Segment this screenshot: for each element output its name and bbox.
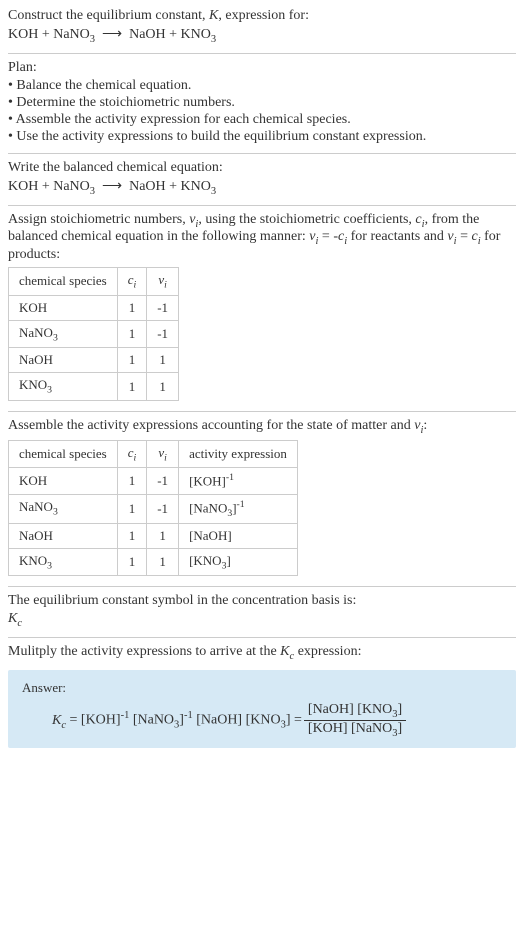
activity-table: chemical species ci νi activity expressi…: [8, 440, 298, 576]
balanced-heading: Write the balanced chemical equation:: [8, 160, 516, 176]
divider: [8, 205, 516, 206]
table-cell: KNO3: [9, 548, 118, 576]
table-cell: 1: [117, 295, 147, 320]
plan-item: • Determine the stoichiometric numbers.: [8, 95, 516, 111]
table-cell: NaOH: [9, 348, 118, 373]
plan-item: • Use the activity expressions to build …: [8, 129, 516, 145]
assemble-text: Assemble the activity expressions accoun…: [8, 418, 516, 436]
title-section: Construct the equilibrium constant, K, e…: [8, 8, 516, 45]
stoich-section: Assign stoichiometric numbers, νi, using…: [8, 212, 516, 401]
title-line1: Construct the equilibrium constant, K, e…: [8, 8, 516, 24]
divider: [8, 153, 516, 154]
table-header: ci: [117, 268, 147, 296]
divider: [8, 53, 516, 54]
table-row: NaNO3 1 -1: [9, 320, 179, 348]
divider: [8, 637, 516, 638]
table-cell: KNO3: [9, 373, 118, 401]
eqsymbol-text: The equilibrium constant symbol in the c…: [8, 593, 516, 609]
eqsymbol-symbol: Kc: [8, 611, 516, 629]
table-cell: NaNO3: [9, 494, 118, 523]
table-cell: KOH: [9, 468, 118, 494]
table-cell: -1: [147, 295, 179, 320]
table-cell: 1: [117, 320, 147, 348]
plan-item: • Assemble the activity expression for e…: [8, 112, 516, 128]
table-header: νi: [147, 268, 179, 296]
table-cell: 1: [147, 373, 179, 401]
table-header: ci: [117, 440, 147, 468]
title-equation: KOH + NaNO3 ⟶ NaOH + KNO3: [8, 26, 516, 45]
answer-label: Answer:: [22, 680, 502, 696]
answer-box: Answer: Kc = [KOH]-1 [NaNO3]-1 [NaOH] [K…: [8, 670, 516, 749]
fraction-numerator: [NaOH] [KNO3]: [304, 702, 406, 721]
table-cell: [NaNO3]-1: [179, 494, 298, 523]
table-header-row: chemical species ci νi: [9, 268, 179, 296]
table-cell: 1: [117, 523, 147, 548]
multiply-text: Mulitply the activity expressions to arr…: [8, 644, 516, 662]
table-header: νi: [147, 440, 179, 468]
fraction-denominator: [KOH] [NaNO3]: [304, 721, 406, 739]
table-cell: -1: [147, 320, 179, 348]
table-cell: 1: [147, 348, 179, 373]
table-cell: 1: [147, 523, 179, 548]
table-cell: 1: [147, 548, 179, 576]
plan-item: • Balance the chemical equation.: [8, 78, 516, 94]
balanced-section: Write the balanced chemical equation: KO…: [8, 160, 516, 197]
table-header: activity expression: [179, 440, 298, 468]
table-cell: -1: [147, 468, 179, 494]
table-cell: 1: [117, 548, 147, 576]
table-cell: -1: [147, 494, 179, 523]
plan-list: • Balance the chemical equation. • Deter…: [8, 78, 516, 145]
table-cell: 1: [117, 348, 147, 373]
table-cell: NaNO3: [9, 320, 118, 348]
table-cell: NaOH: [9, 523, 118, 548]
eqsymbol-section: The equilibrium constant symbol in the c…: [8, 593, 516, 629]
table-cell: [KOH]-1: [179, 468, 298, 494]
plan-heading: Plan:: [8, 60, 516, 76]
stoich-text: Assign stoichiometric numbers, νi, using…: [8, 212, 516, 264]
table-row: KNO3 1 1: [9, 373, 179, 401]
table-header: chemical species: [9, 268, 118, 296]
table-header: chemical species: [9, 440, 118, 468]
plan-section: Plan: • Balance the chemical equation. •…: [8, 60, 516, 145]
stoich-table: chemical species ci νi KOH 1 -1 NaNO3 1 …: [8, 267, 179, 401]
answer-expression: Kc = [KOH]-1 [NaNO3]-1 [NaOH] [KNO3] = […: [22, 702, 502, 739]
table-cell: 1: [117, 494, 147, 523]
table-header-row: chemical species ci νi activity expressi…: [9, 440, 298, 468]
answer-fraction: [NaOH] [KNO3] [KOH] [NaNO3]: [304, 702, 406, 739]
table-cell: 1: [117, 468, 147, 494]
table-row: KOH 1 -1 [KOH]-1: [9, 468, 298, 494]
table-row: NaOH 1 1 [NaOH]: [9, 523, 298, 548]
table-cell: [KNO3]: [179, 548, 298, 576]
divider: [8, 411, 516, 412]
table-row: NaNO3 1 -1 [NaNO3]-1: [9, 494, 298, 523]
table-row: NaOH 1 1: [9, 348, 179, 373]
table-row: KOH 1 -1: [9, 295, 179, 320]
divider: [8, 586, 516, 587]
table-cell: [NaOH]: [179, 523, 298, 548]
assemble-section: Assemble the activity expressions accoun…: [8, 418, 516, 576]
multiply-section: Mulitply the activity expressions to arr…: [8, 644, 516, 662]
table-row: KNO3 1 1 [KNO3]: [9, 548, 298, 576]
balanced-equation: KOH + NaNO3 ⟶ NaOH + KNO3: [8, 178, 516, 197]
table-cell: KOH: [9, 295, 118, 320]
table-cell: 1: [117, 373, 147, 401]
